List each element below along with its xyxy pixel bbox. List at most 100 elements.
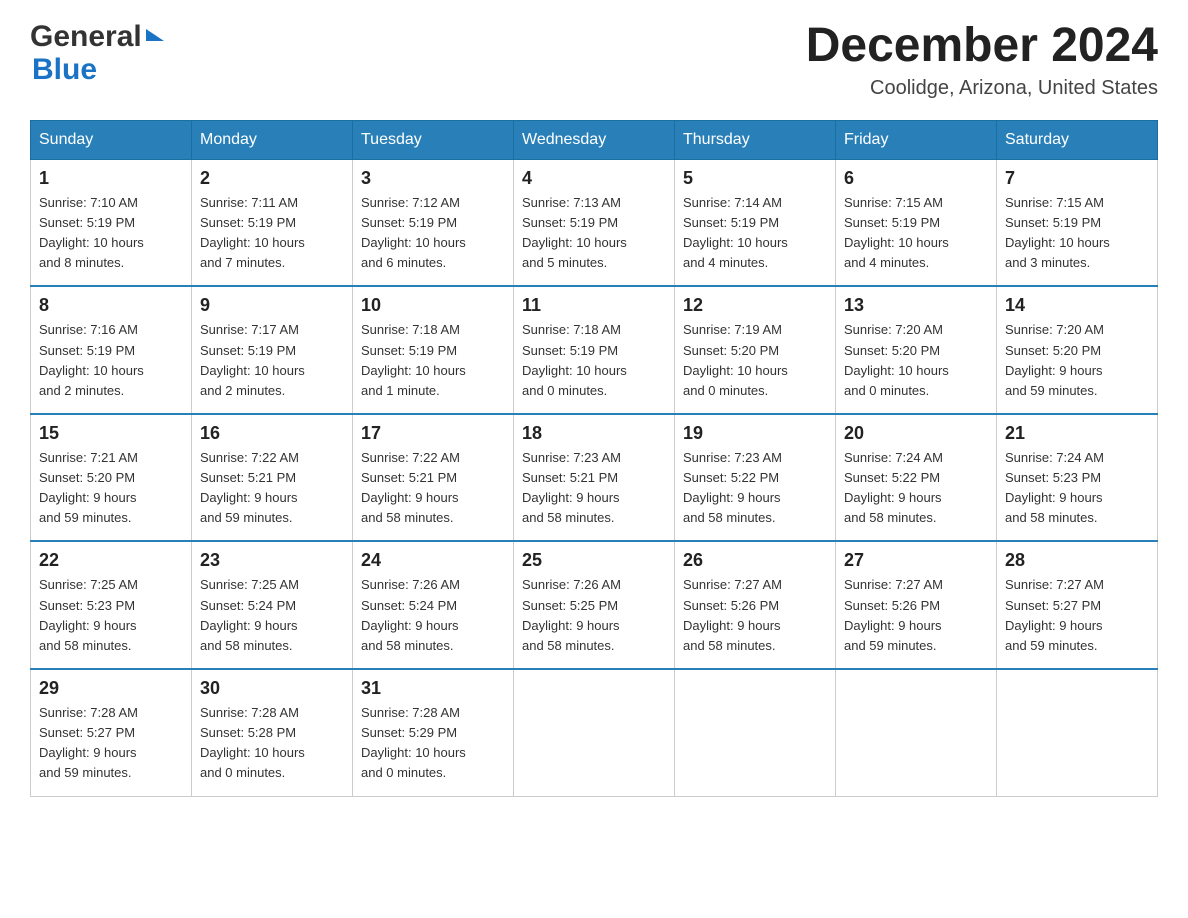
calendar-cell: 31 Sunrise: 7:28 AMSunset: 5:29 PMDaylig… — [353, 669, 514, 796]
calendar-cell: 12 Sunrise: 7:19 AMSunset: 5:20 PMDaylig… — [675, 286, 836, 414]
week-row-5: 29 Sunrise: 7:28 AMSunset: 5:27 PMDaylig… — [31, 669, 1158, 796]
day-info: Sunrise: 7:28 AMSunset: 5:27 PMDaylight:… — [39, 703, 183, 784]
calendar-cell: 28 Sunrise: 7:27 AMSunset: 5:27 PMDaylig… — [997, 541, 1158, 669]
day-number: 19 — [683, 423, 827, 444]
week-row-4: 22 Sunrise: 7:25 AMSunset: 5:23 PMDaylig… — [31, 541, 1158, 669]
calendar-cell: 25 Sunrise: 7:26 AMSunset: 5:25 PMDaylig… — [514, 541, 675, 669]
day-info: Sunrise: 7:17 AMSunset: 5:19 PMDaylight:… — [200, 320, 344, 401]
day-number: 26 — [683, 550, 827, 571]
day-number: 11 — [522, 295, 666, 316]
calendar-cell: 7 Sunrise: 7:15 AMSunset: 5:19 PMDayligh… — [997, 159, 1158, 286]
logo-arrow-icon — [146, 29, 164, 41]
day-number: 5 — [683, 168, 827, 189]
calendar-cell: 10 Sunrise: 7:18 AMSunset: 5:19 PMDaylig… — [353, 286, 514, 414]
header-wednesday: Wednesday — [514, 120, 675, 159]
day-info: Sunrise: 7:25 AMSunset: 5:23 PMDaylight:… — [39, 575, 183, 656]
day-info: Sunrise: 7:14 AMSunset: 5:19 PMDaylight:… — [683, 193, 827, 274]
day-info: Sunrise: 7:21 AMSunset: 5:20 PMDaylight:… — [39, 448, 183, 529]
header-friday: Friday — [836, 120, 997, 159]
logo-blue-text: Blue — [30, 53, 164, 86]
day-info: Sunrise: 7:22 AMSunset: 5:21 PMDaylight:… — [200, 448, 344, 529]
calendar-cell: 30 Sunrise: 7:28 AMSunset: 5:28 PMDaylig… — [192, 669, 353, 796]
day-number: 1 — [39, 168, 183, 189]
calendar-cell: 13 Sunrise: 7:20 AMSunset: 5:20 PMDaylig… — [836, 286, 997, 414]
day-info: Sunrise: 7:24 AMSunset: 5:23 PMDaylight:… — [1005, 448, 1149, 529]
day-info: Sunrise: 7:27 AMSunset: 5:27 PMDaylight:… — [1005, 575, 1149, 656]
day-number: 20 — [844, 423, 988, 444]
day-number: 24 — [361, 550, 505, 571]
calendar-cell: 9 Sunrise: 7:17 AMSunset: 5:19 PMDayligh… — [192, 286, 353, 414]
day-info: Sunrise: 7:15 AMSunset: 5:19 PMDaylight:… — [1005, 193, 1149, 274]
day-info: Sunrise: 7:23 AMSunset: 5:22 PMDaylight:… — [683, 448, 827, 529]
day-info: Sunrise: 7:11 AMSunset: 5:19 PMDaylight:… — [200, 193, 344, 274]
day-number: 22 — [39, 550, 183, 571]
location-text: Coolidge, Arizona, United States — [806, 77, 1158, 100]
logo-general-label: General — [30, 20, 142, 53]
day-number: 8 — [39, 295, 183, 316]
day-info: Sunrise: 7:19 AMSunset: 5:20 PMDaylight:… — [683, 320, 827, 401]
day-info: Sunrise: 7:18 AMSunset: 5:19 PMDaylight:… — [522, 320, 666, 401]
day-number: 25 — [522, 550, 666, 571]
header-thursday: Thursday — [675, 120, 836, 159]
day-number: 12 — [683, 295, 827, 316]
day-info: Sunrise: 7:28 AMSunset: 5:29 PMDaylight:… — [361, 703, 505, 784]
day-info: Sunrise: 7:15 AMSunset: 5:19 PMDaylight:… — [844, 193, 988, 274]
page-header: General Blue December 2024 Coolidge, Ari… — [30, 20, 1158, 100]
logo: General Blue — [30, 20, 164, 86]
day-number: 7 — [1005, 168, 1149, 189]
day-number: 3 — [361, 168, 505, 189]
calendar-cell — [836, 669, 997, 796]
day-number: 28 — [1005, 550, 1149, 571]
header-tuesday: Tuesday — [353, 120, 514, 159]
day-number: 2 — [200, 168, 344, 189]
calendar-cell: 8 Sunrise: 7:16 AMSunset: 5:19 PMDayligh… — [31, 286, 192, 414]
calendar-cell: 27 Sunrise: 7:27 AMSunset: 5:26 PMDaylig… — [836, 541, 997, 669]
calendar-cell: 1 Sunrise: 7:10 AMSunset: 5:19 PMDayligh… — [31, 159, 192, 286]
day-info: Sunrise: 7:25 AMSunset: 5:24 PMDaylight:… — [200, 575, 344, 656]
calendar-cell: 16 Sunrise: 7:22 AMSunset: 5:21 PMDaylig… — [192, 414, 353, 542]
day-number: 4 — [522, 168, 666, 189]
title-section: December 2024 Coolidge, Arizona, United … — [806, 20, 1158, 100]
day-number: 31 — [361, 678, 505, 699]
day-number: 9 — [200, 295, 344, 316]
calendar-cell — [514, 669, 675, 796]
day-number: 30 — [200, 678, 344, 699]
calendar-cell: 19 Sunrise: 7:23 AMSunset: 5:22 PMDaylig… — [675, 414, 836, 542]
day-number: 21 — [1005, 423, 1149, 444]
calendar-header-row: SundayMondayTuesdayWednesdayThursdayFrid… — [31, 120, 1158, 159]
day-number: 18 — [522, 423, 666, 444]
calendar-cell: 5 Sunrise: 7:14 AMSunset: 5:19 PMDayligh… — [675, 159, 836, 286]
day-number: 13 — [844, 295, 988, 316]
day-info: Sunrise: 7:26 AMSunset: 5:25 PMDaylight:… — [522, 575, 666, 656]
logo-blue-label: Blue — [32, 53, 97, 86]
day-number: 6 — [844, 168, 988, 189]
calendar-cell: 26 Sunrise: 7:27 AMSunset: 5:26 PMDaylig… — [675, 541, 836, 669]
calendar-cell: 23 Sunrise: 7:25 AMSunset: 5:24 PMDaylig… — [192, 541, 353, 669]
calendar-cell: 2 Sunrise: 7:11 AMSunset: 5:19 PMDayligh… — [192, 159, 353, 286]
calendar-cell — [997, 669, 1158, 796]
day-info: Sunrise: 7:16 AMSunset: 5:19 PMDaylight:… — [39, 320, 183, 401]
calendar-table: SundayMondayTuesdayWednesdayThursdayFrid… — [30, 120, 1158, 797]
calendar-cell: 3 Sunrise: 7:12 AMSunset: 5:19 PMDayligh… — [353, 159, 514, 286]
day-info: Sunrise: 7:13 AMSunset: 5:19 PMDaylight:… — [522, 193, 666, 274]
calendar-cell: 4 Sunrise: 7:13 AMSunset: 5:19 PMDayligh… — [514, 159, 675, 286]
day-info: Sunrise: 7:27 AMSunset: 5:26 PMDaylight:… — [683, 575, 827, 656]
day-number: 17 — [361, 423, 505, 444]
day-info: Sunrise: 7:20 AMSunset: 5:20 PMDaylight:… — [844, 320, 988, 401]
day-info: Sunrise: 7:26 AMSunset: 5:24 PMDaylight:… — [361, 575, 505, 656]
day-info: Sunrise: 7:27 AMSunset: 5:26 PMDaylight:… — [844, 575, 988, 656]
day-info: Sunrise: 7:23 AMSunset: 5:21 PMDaylight:… — [522, 448, 666, 529]
day-number: 29 — [39, 678, 183, 699]
day-number: 15 — [39, 423, 183, 444]
day-info: Sunrise: 7:24 AMSunset: 5:22 PMDaylight:… — [844, 448, 988, 529]
week-row-2: 8 Sunrise: 7:16 AMSunset: 5:19 PMDayligh… — [31, 286, 1158, 414]
day-info: Sunrise: 7:10 AMSunset: 5:19 PMDaylight:… — [39, 193, 183, 274]
day-info: Sunrise: 7:20 AMSunset: 5:20 PMDaylight:… — [1005, 320, 1149, 401]
header-saturday: Saturday — [997, 120, 1158, 159]
calendar-cell: 18 Sunrise: 7:23 AMSunset: 5:21 PMDaylig… — [514, 414, 675, 542]
day-number: 16 — [200, 423, 344, 444]
header-sunday: Sunday — [31, 120, 192, 159]
calendar-cell: 6 Sunrise: 7:15 AMSunset: 5:19 PMDayligh… — [836, 159, 997, 286]
month-title: December 2024 — [806, 20, 1158, 73]
calendar-cell: 29 Sunrise: 7:28 AMSunset: 5:27 PMDaylig… — [31, 669, 192, 796]
